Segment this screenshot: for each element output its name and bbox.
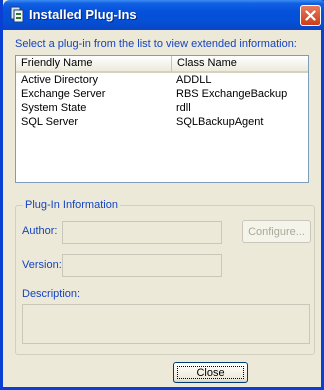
configure-button-label: Configure... — [248, 225, 305, 238]
description-field — [22, 304, 310, 344]
title-bar[interactable]: Installed Plug-Ins — [3, 0, 324, 30]
list-header: Friendly Name Class Name — [16, 56, 308, 73]
dialog-window: Installed Plug-Ins Select a plug-in from… — [0, 0, 324, 390]
column-header-friendly-name[interactable]: Friendly Name — [16, 56, 172, 73]
friendly-name-cell: Active Directory — [21, 74, 99, 86]
author-field — [62, 221, 222, 244]
version-label: Version: — [22, 259, 62, 271]
friendly-name-cell: System State — [21, 102, 87, 114]
class-name-cell: ADDLL — [176, 74, 212, 86]
class-name-cell: RBS ExchangeBackup — [176, 88, 288, 100]
friendly-name-cell: SQL Server — [21, 116, 79, 128]
column-header-class-name[interactable]: Class Name — [172, 56, 308, 73]
instruction-text: Select a plug-in from the list to view e… — [15, 38, 297, 50]
class-name-cell: SQLBackupAgent — [176, 116, 264, 128]
list-item[interactable]: Active Directory ADDLL — [16, 73, 308, 87]
close-button[interactable]: Close — [173, 362, 248, 383]
close-window-button[interactable] — [300, 5, 321, 26]
focus-rectangle — [177, 366, 244, 379]
list-item[interactable]: SQL Server SQLBackupAgent — [16, 115, 308, 129]
version-field — [62, 254, 222, 277]
list-item[interactable]: System State rdll — [16, 101, 308, 115]
friendly-name-cell: Exchange Server — [21, 88, 106, 100]
close-icon — [305, 10, 316, 21]
configure-button[interactable]: Configure... — [242, 220, 311, 243]
author-label: Author: — [22, 225, 58, 237]
plugin-list[interactable]: Friendly Name Class Name Active Director… — [15, 55, 309, 183]
description-label: Description: — [22, 288, 81, 300]
window-title: Installed Plug-Ins — [29, 7, 137, 22]
plugin-info-group-label: Plug-In Information — [23, 199, 120, 211]
plugin-app-icon — [10, 6, 24, 23]
list-item[interactable]: Exchange Server RBS ExchangeBackup — [16, 87, 308, 101]
class-name-cell: rdll — [176, 102, 191, 114]
